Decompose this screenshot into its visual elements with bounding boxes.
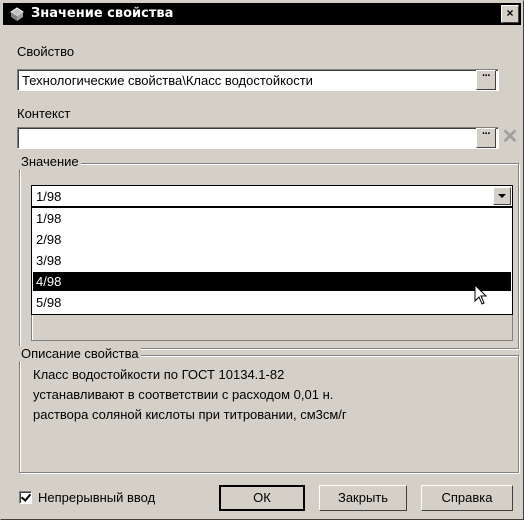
continuous-input-checkbox[interactable]	[19, 491, 32, 504]
mouse-pointer-icon	[474, 284, 488, 305]
value-group-title: Значение	[19, 154, 81, 169]
dialog-title: Значение свойства	[31, 6, 174, 21]
property-value: Технологические свойства\Класс водостойк…	[22, 73, 313, 88]
dropdown-option-selected[interactable]: 4/98	[33, 272, 511, 291]
continuous-input-label[interactable]: Непрерывный ввод	[38, 490, 155, 505]
property-browse-button[interactable]: ···	[476, 70, 496, 90]
ok-button[interactable]: ОК	[219, 485, 305, 511]
property-label: Свойство	[17, 44, 75, 59]
help-button[interactable]: Справка	[421, 485, 513, 511]
context-label: Контекст	[17, 106, 71, 121]
chevron-down-icon[interactable]	[493, 187, 511, 205]
dropdown-option[interactable]: 3/98	[33, 251, 511, 270]
dropdown-option[interactable]: 1/98	[33, 209, 511, 228]
description-line: устанавливают в соответствии с расходом …	[33, 387, 334, 402]
value-combobox[interactable]: 1/98	[31, 185, 513, 207]
delete-icon[interactable]: ✕	[499, 127, 521, 149]
description-group-title: Описание свойства	[19, 346, 141, 361]
context-browse-button[interactable]: ···	[476, 128, 496, 148]
description-line: Класс водостойкости по ГОСТ 10134.1-82	[33, 367, 285, 382]
close-icon[interactable]: ×	[501, 5, 519, 23]
dropdown-option[interactable]: 5/98	[33, 293, 511, 312]
value-combobox-selected: 1/98	[36, 189, 62, 204]
value-dropdown-list: 1/98 2/98 3/98 4/98 5/98	[31, 207, 513, 315]
app-icon	[10, 7, 24, 21]
dialog-window: Значение свойства × Свойство Технологиче…	[0, 0, 524, 520]
dropdown-option[interactable]: 2/98	[33, 230, 511, 249]
close-button[interactable]: Закрыть	[319, 485, 407, 511]
description-line: раствора соляной кислоты при титровании,…	[33, 407, 347, 422]
property-field[interactable]: Технологические свойства\Класс водостойк…	[17, 69, 499, 91]
title-bar[interactable]: Значение свойства ×	[3, 3, 521, 25]
context-field[interactable]	[17, 127, 499, 149]
